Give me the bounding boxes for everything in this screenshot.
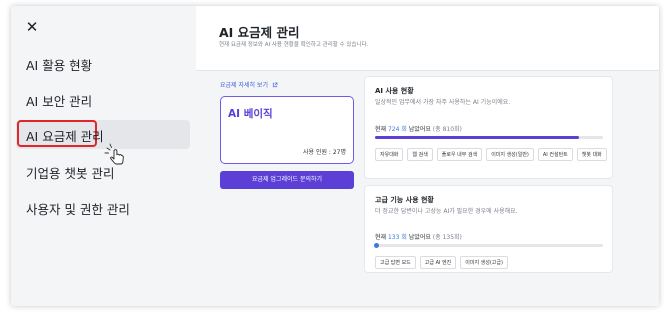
plan-user-count: 사용 인원 : 27명 bbox=[303, 149, 346, 156]
advanced-usage-title: 고급 기능 사용 현황 bbox=[375, 196, 434, 204]
advanced-usage-card: 고급 기능 사용 현황 더 정교한 답변이나 고성능 AI가 필요한 경우에 사… bbox=[364, 185, 613, 273]
ai-usage-remaining-suffix: 남았어요 bbox=[408, 126, 431, 133]
advanced-usage-total: (총 135회) bbox=[432, 234, 462, 241]
advanced-usage-description: 더 정교한 답변이나 고성능 AI가 필요한 경우에 사용해요. bbox=[375, 208, 518, 215]
plan-name: AI 베이직 bbox=[228, 108, 273, 120]
ai-usage-current-prefix: 현재 bbox=[375, 126, 387, 133]
ai-usage-feature-chip: 플로우 내부 검색 bbox=[436, 148, 483, 161]
advanced-usage-feature-list: 고급 답변 모드 고급 AI 엔진 이미지 생성(고급) bbox=[375, 256, 607, 269]
ai-usage-total: (총 810회) bbox=[432, 126, 462, 133]
advanced-usage-progress-indicator bbox=[374, 243, 379, 248]
ai-usage-feature-chip: 이미지 생성(일반) bbox=[486, 148, 534, 161]
sidebar-item-ai-usage[interactable]: AI 활용 현황 bbox=[26, 55, 92, 74]
advanced-usage-remaining-count: 133 회 bbox=[387, 234, 407, 241]
page-title: AI 요금제 관리 bbox=[219, 25, 300, 40]
sidebar-item-users-permissions[interactable]: 사용자 및 권한 관리 bbox=[26, 199, 130, 218]
advanced-usage-feature-chip: 고급 답변 모드 bbox=[375, 256, 416, 269]
ai-usage-progress-fill bbox=[375, 136, 579, 139]
advanced-usage-remaining: 현재 133 회 남았어요 (총 135회) bbox=[375, 232, 462, 241]
ai-usage-feature-chip: AI 컨설턴트 bbox=[537, 148, 573, 161]
external-link-icon bbox=[272, 82, 278, 88]
ai-usage-card: AI 사용 현황 일상적인 업무에서 가장 자주 사용하는 AI 기능이에요. … bbox=[364, 76, 613, 179]
advanced-usage-remaining-suffix: 남았어요 bbox=[408, 234, 431, 241]
close-button[interactable]: ✕ bbox=[25, 18, 39, 36]
ai-usage-feature-chip: 자유대화 bbox=[375, 148, 404, 161]
page-subtitle: 현재 요금제 정보와 AI 사용 현황을 확인하고 관리할 수 있습니다. bbox=[219, 42, 369, 48]
sidebar-item-ai-security[interactable]: AI 보안 관리 bbox=[26, 91, 92, 110]
plan-detail-link[interactable]: 요금제 자세히 보기 bbox=[220, 80, 278, 89]
ai-usage-progress-bar bbox=[375, 136, 603, 139]
ai-usage-feature-chip: 웹 검색 bbox=[407, 148, 433, 161]
close-icon: ✕ bbox=[25, 18, 39, 36]
advanced-usage-current-prefix: 현재 bbox=[375, 234, 387, 241]
advanced-usage-progress-bar bbox=[374, 243, 603, 248]
plan-detail-link-label: 요금제 자세히 보기 bbox=[220, 82, 268, 89]
ai-usage-remaining: 현재 724 회 남았어요 (총 810회) bbox=[375, 124, 462, 133]
sidebar: ✕ AI 활용 현황 AI 보안 관리 AI 요금제 관리 기업용 챗봇 관리 … bbox=[11, 6, 196, 306]
sidebar-item-ai-plan[interactable]: AI 요금제 관리 bbox=[26, 126, 104, 145]
sidebar-item-chatbot[interactable]: 기업용 챗봇 관리 bbox=[26, 163, 114, 182]
ai-usage-title: AI 사용 현황 bbox=[375, 87, 414, 95]
current-plan-card: AI 베이직 사용 인원 : 27명 bbox=[220, 96, 354, 164]
ai-usage-description: 일상적인 업무에서 가장 자주 사용하는 AI 기능이에요. bbox=[375, 99, 511, 106]
ai-usage-remaining-count: 724 회 bbox=[387, 126, 407, 133]
upgrade-plan-button[interactable]: 요금제 업그레이드 문의하기 bbox=[220, 171, 354, 189]
ai-usage-feature-chip: 챗봇 대화 bbox=[576, 148, 607, 161]
advanced-usage-feature-chip: 고급 AI 엔진 bbox=[419, 256, 457, 269]
ai-usage-feature-list: 자유대화 웹 검색 플로우 내부 검색 이미지 생성(일반) AI 컨설턴트 챗봇 대화 bbox=[375, 148, 607, 161]
advanced-usage-feature-chip: 이미지 생성(고급) bbox=[460, 256, 508, 269]
